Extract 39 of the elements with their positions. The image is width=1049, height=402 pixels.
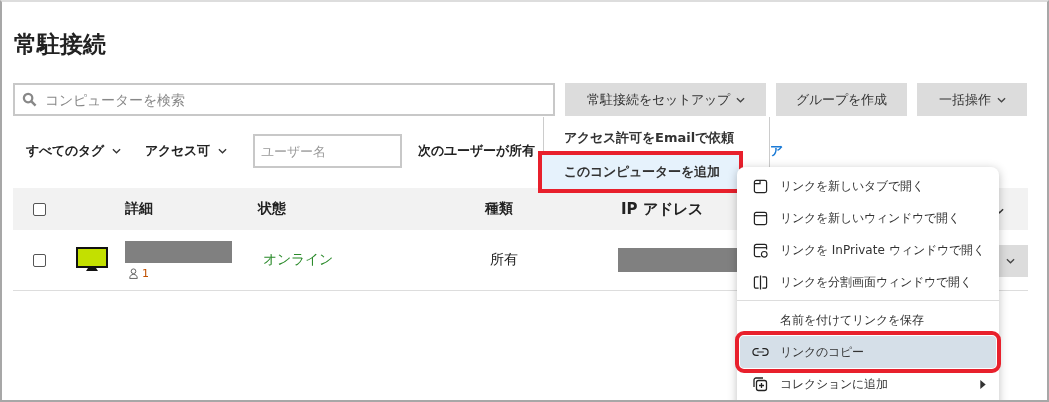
menu-item[interactable]: リンクを InPrivate ウィンドウで開く — [740, 234, 996, 266]
menu-item[interactable]: 名前を付けてリンクを保存 — [740, 304, 996, 336]
search-field[interactable]: コンピューターを検索 — [13, 83, 555, 116]
collection-add-icon — [752, 376, 768, 392]
monitor-icon — [76, 247, 108, 273]
username-field[interactable]: ユーザー名 — [253, 134, 402, 168]
private-window-icon — [752, 242, 768, 258]
page-title: 常駐接続 — [14, 30, 106, 59]
caret-icon — [112, 148, 121, 154]
search-icon — [22, 92, 37, 107]
user-count: 1 — [142, 266, 149, 280]
type-cell-text: 所有 — [490, 251, 519, 269]
link-icon — [751, 347, 769, 357]
split-screen-icon — [752, 274, 768, 290]
link-text[interactable]: ア — [770, 142, 783, 160]
menu-item[interactable]: リンクを新しいウィンドウで開く — [740, 202, 996, 234]
column-header[interactable]: 種類 — [485, 200, 513, 218]
tab-icon — [752, 178, 768, 194]
menu-item[interactable]: リンクを分割画面ウィンドウで開く — [740, 266, 996, 298]
toolbar-button[interactable]: 一括操作 — [917, 83, 1027, 116]
menu-item[interactable]: リンクを新しいタブで開く — [740, 170, 996, 202]
toolbar-button[interactable]: 常駐接続をセットアップ — [565, 83, 766, 116]
select-all-checkbox[interactable] — [33, 202, 46, 216]
caret-icon — [218, 148, 227, 154]
caret-icon — [1005, 258, 1015, 264]
tag-dropdown[interactable]: すべてのタグ — [26, 142, 121, 160]
user-icon — [129, 267, 138, 279]
menu-item[interactable]: コレクションに追加 — [740, 368, 996, 400]
column-header[interactable]: 状態 — [258, 200, 286, 218]
status-text: オンライン — [263, 251, 334, 269]
column-header[interactable]: 詳細 — [125, 200, 153, 218]
row-checkbox[interactable] — [33, 253, 46, 267]
access-dropdown[interactable]: アクセス可 — [145, 142, 227, 160]
column-header[interactable]: IP アドレス — [621, 199, 703, 219]
toolbar-button[interactable]: グループを作成 — [776, 83, 907, 116]
menu-item[interactable]: アクセス許可をEmailで依頼 — [544, 123, 769, 153]
window-icon — [752, 210, 768, 226]
owner-label: 次のユーザーが所有 — [418, 142, 535, 160]
menu-item[interactable]: このコンピューターを追加 — [540, 153, 741, 191]
